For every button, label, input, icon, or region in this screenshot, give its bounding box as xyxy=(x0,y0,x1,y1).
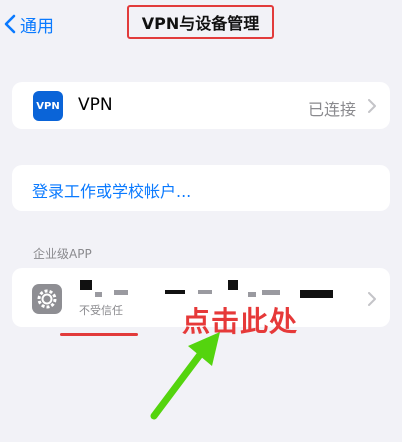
back-button[interactable]: 通用 xyxy=(4,10,54,38)
chevron-right-icon xyxy=(368,99,376,113)
trust-status: 不受信任 xyxy=(79,304,123,317)
chevron-left-icon xyxy=(4,14,16,34)
enterprise-section-label: 企业级APP xyxy=(33,247,92,261)
chevron-right-icon xyxy=(368,292,376,306)
nav-bar: 通用 VPN与设备管理 xyxy=(0,0,402,48)
back-label: 通用 xyxy=(20,16,54,37)
vpn-label: VPN xyxy=(78,95,113,115)
page-title: VPN与设备管理 xyxy=(127,5,274,39)
work-account-row[interactable]: 登录工作或学校帐户... xyxy=(12,165,390,211)
gear-icon xyxy=(32,284,62,314)
vpn-row[interactable]: VPN VPN 已连接 xyxy=(12,82,390,129)
vpn-status: 已连接 xyxy=(307,100,356,119)
vpn-icon: VPN xyxy=(33,91,63,121)
work-account-link[interactable]: 登录工作或学校帐户... xyxy=(32,178,191,202)
annotation-underline xyxy=(60,333,138,336)
arrow-icon xyxy=(150,332,220,420)
